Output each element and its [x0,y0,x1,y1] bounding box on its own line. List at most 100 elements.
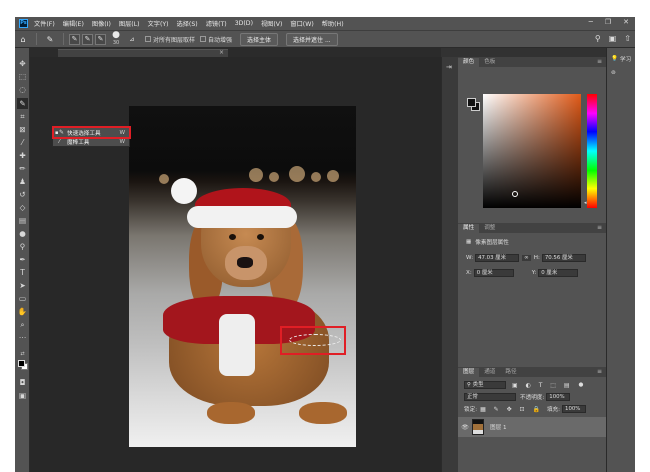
tool-preset-icon[interactable]: ✎ [44,33,56,45]
sample-all-layers-checkbox[interactable] [145,36,151,42]
santa-hat-brim [187,206,297,228]
subtract-selection-icon[interactable]: ✎ [95,33,106,45]
fill-field[interactable]: 100% [562,405,587,413]
lock-icons[interactable]: ▦ ✎ ✥ ⊡ 🔒 [480,406,543,413]
clone-stamp-icon[interactable]: ♟ [17,176,28,187]
rectangle-tool-icon[interactable]: ▭ [17,293,28,304]
y-label: Y: [531,270,537,276]
h-label: H: [533,255,540,261]
swap-colors-icon[interactable]: ⇄ [17,348,28,359]
auto-enhance-checkbox[interactable] [200,36,207,42]
bokeh-light [249,168,263,182]
y-field[interactable]: 0 厘米 [538,269,579,277]
brush-tool-icon[interactable]: ✏ [17,163,28,174]
link-icon[interactable]: ∞ [522,255,531,261]
add-to-selection-icon[interactable]: ✎ [82,33,93,45]
filter-icons[interactable]: ▣ ◐ T ⬚ ▤ [512,382,573,389]
tab-color[interactable]: 颜色 [458,58,480,67]
move-tool-icon[interactable]: ✥ [17,58,28,69]
menu-help[interactable]: 帮助(H) [322,19,344,28]
more-tools-icon[interactable]: ⋯ [17,332,28,343]
quick-selection-tool-icon[interactable]: ✎ [17,98,28,109]
healing-brush-icon[interactable]: ✚ [17,150,28,161]
brush-angle-icon[interactable]: ⊿ [126,33,138,45]
home-icon[interactable]: ⌂ [17,33,29,45]
new-selection-icon[interactable]: ✎ [69,33,80,45]
hand-tool-icon[interactable]: ✋ [17,306,28,317]
x-field[interactable]: 0 厘米 [473,269,514,277]
hue-slider[interactable] [587,94,597,208]
white-collar [219,314,255,376]
filter-kind-select[interactable]: ⚲ 类型 [464,381,506,389]
opacity-field[interactable]: 100% [546,393,571,401]
menu-window[interactable]: 窗口(W) [290,19,313,28]
select-subject-button[interactable]: 选择主体 [240,32,279,46]
tab-swatches[interactable]: 色板 [479,58,500,67]
panel-menu-icon[interactable]: ≡ [597,224,602,231]
select-and-mask-button[interactable]: 选择并遮住 ... [286,32,338,46]
panel-toggle-icon[interactable]: ⇥ [446,63,452,71]
minimize-button[interactable]: ─ [589,18,593,26]
menu-edit[interactable]: 编辑(E) [63,19,84,28]
path-selection-icon[interactable]: ➤ [17,280,28,291]
marquee-tool-icon[interactable]: ⬚ [17,71,28,82]
close-button[interactable]: ✕ [623,18,629,26]
tab-properties[interactable]: 属性 [458,224,480,233]
color-picker-ring[interactable] [512,191,518,197]
menu-filter[interactable]: 滤镜(T) [206,19,227,28]
share-icon[interactable]: ⇧ [624,34,631,43]
blur-tool-icon[interactable]: ● [17,228,28,239]
dodge-tool-icon[interactable]: ⚲ [17,241,28,252]
libraries-row[interactable]: ⊚ [611,68,635,78]
eye-icon[interactable]: 👁 [458,424,472,431]
menu-select[interactable]: 选择(S) [177,19,198,28]
magic-wand-icon: ⁄ [59,138,61,145]
crop-tool-icon[interactable]: ⌗ [17,111,28,122]
pen-tool-icon[interactable]: ✒ [17,254,28,265]
filter-toggle-icon[interactable]: ● [579,382,584,388]
panel-menu-icon[interactable]: ≡ [597,58,602,65]
eraser-tool-icon[interactable]: ◇ [17,202,28,213]
dog-photo[interactable] [129,106,356,447]
menu-3d[interactable]: 3D(D) [235,20,253,27]
w-label: W: [466,255,474,261]
canvas-area[interactable] [30,57,441,472]
tab-adjustments[interactable]: 调整 [479,224,500,233]
maximize-button[interactable]: ❐ [605,18,611,26]
learn-row[interactable]: 💡 学习 [611,54,635,64]
document-tab[interactable]: × [58,49,228,57]
libraries-icon: ⊚ [611,70,616,76]
layer-name[interactable]: 图层 1 [490,423,507,431]
foreground-swatch[interactable] [467,98,476,107]
menu-image[interactable]: 图像(I) [92,19,111,28]
type-tool-icon[interactable]: T [17,267,28,278]
workspace-icon[interactable]: ▣ [609,34,617,43]
width-field[interactable]: 47.03 厘米 [475,254,520,262]
menu-type[interactable]: 文字(Y) [148,19,169,28]
brush-picker-icon[interactable]: ● 30 [110,31,122,47]
menu-layer[interactable]: 图层(L) [119,19,140,28]
panel-menu-icon[interactable]: ≡ [597,368,602,375]
history-brush-icon[interactable]: ↺ [17,189,28,200]
tab-channels[interactable]: 通道 [479,368,500,377]
eyedropper-tool-icon[interactable]: ⁄ [17,137,28,148]
hue-marker-icon[interactable]: ◂ [584,200,587,206]
close-tab-icon[interactable]: × [219,49,224,56]
gradient-tool-icon[interactable]: ▤ [17,215,28,226]
search-icon[interactable]: ⚲ [595,34,601,43]
frame-tool-icon[interactable]: ⊠ [17,124,28,135]
menu-view[interactable]: 视图(V) [261,19,282,28]
layer-row[interactable]: 👁 图层 1 [458,417,606,437]
blend-mode-select[interactable]: 正常 [464,393,516,401]
foreground-color-swatch[interactable] [18,360,25,367]
quick-mask-icon[interactable]: ◘ [17,377,28,388]
tab-layers[interactable]: 图层 [458,368,480,377]
sample-all-layers-label: 对所有图层取样 [153,36,196,44]
height-field[interactable]: 70.56 厘米 [541,254,586,262]
lasso-tool-icon[interactable]: ◌ [17,84,28,95]
zoom-tool-icon[interactable]: ⌕ [17,319,28,330]
color-field[interactable] [483,94,581,208]
tab-paths[interactable]: 路径 [500,368,521,377]
screen-mode-icon[interactable]: ▣ [17,390,28,401]
menu-file[interactable]: 文件(F) [34,19,55,28]
